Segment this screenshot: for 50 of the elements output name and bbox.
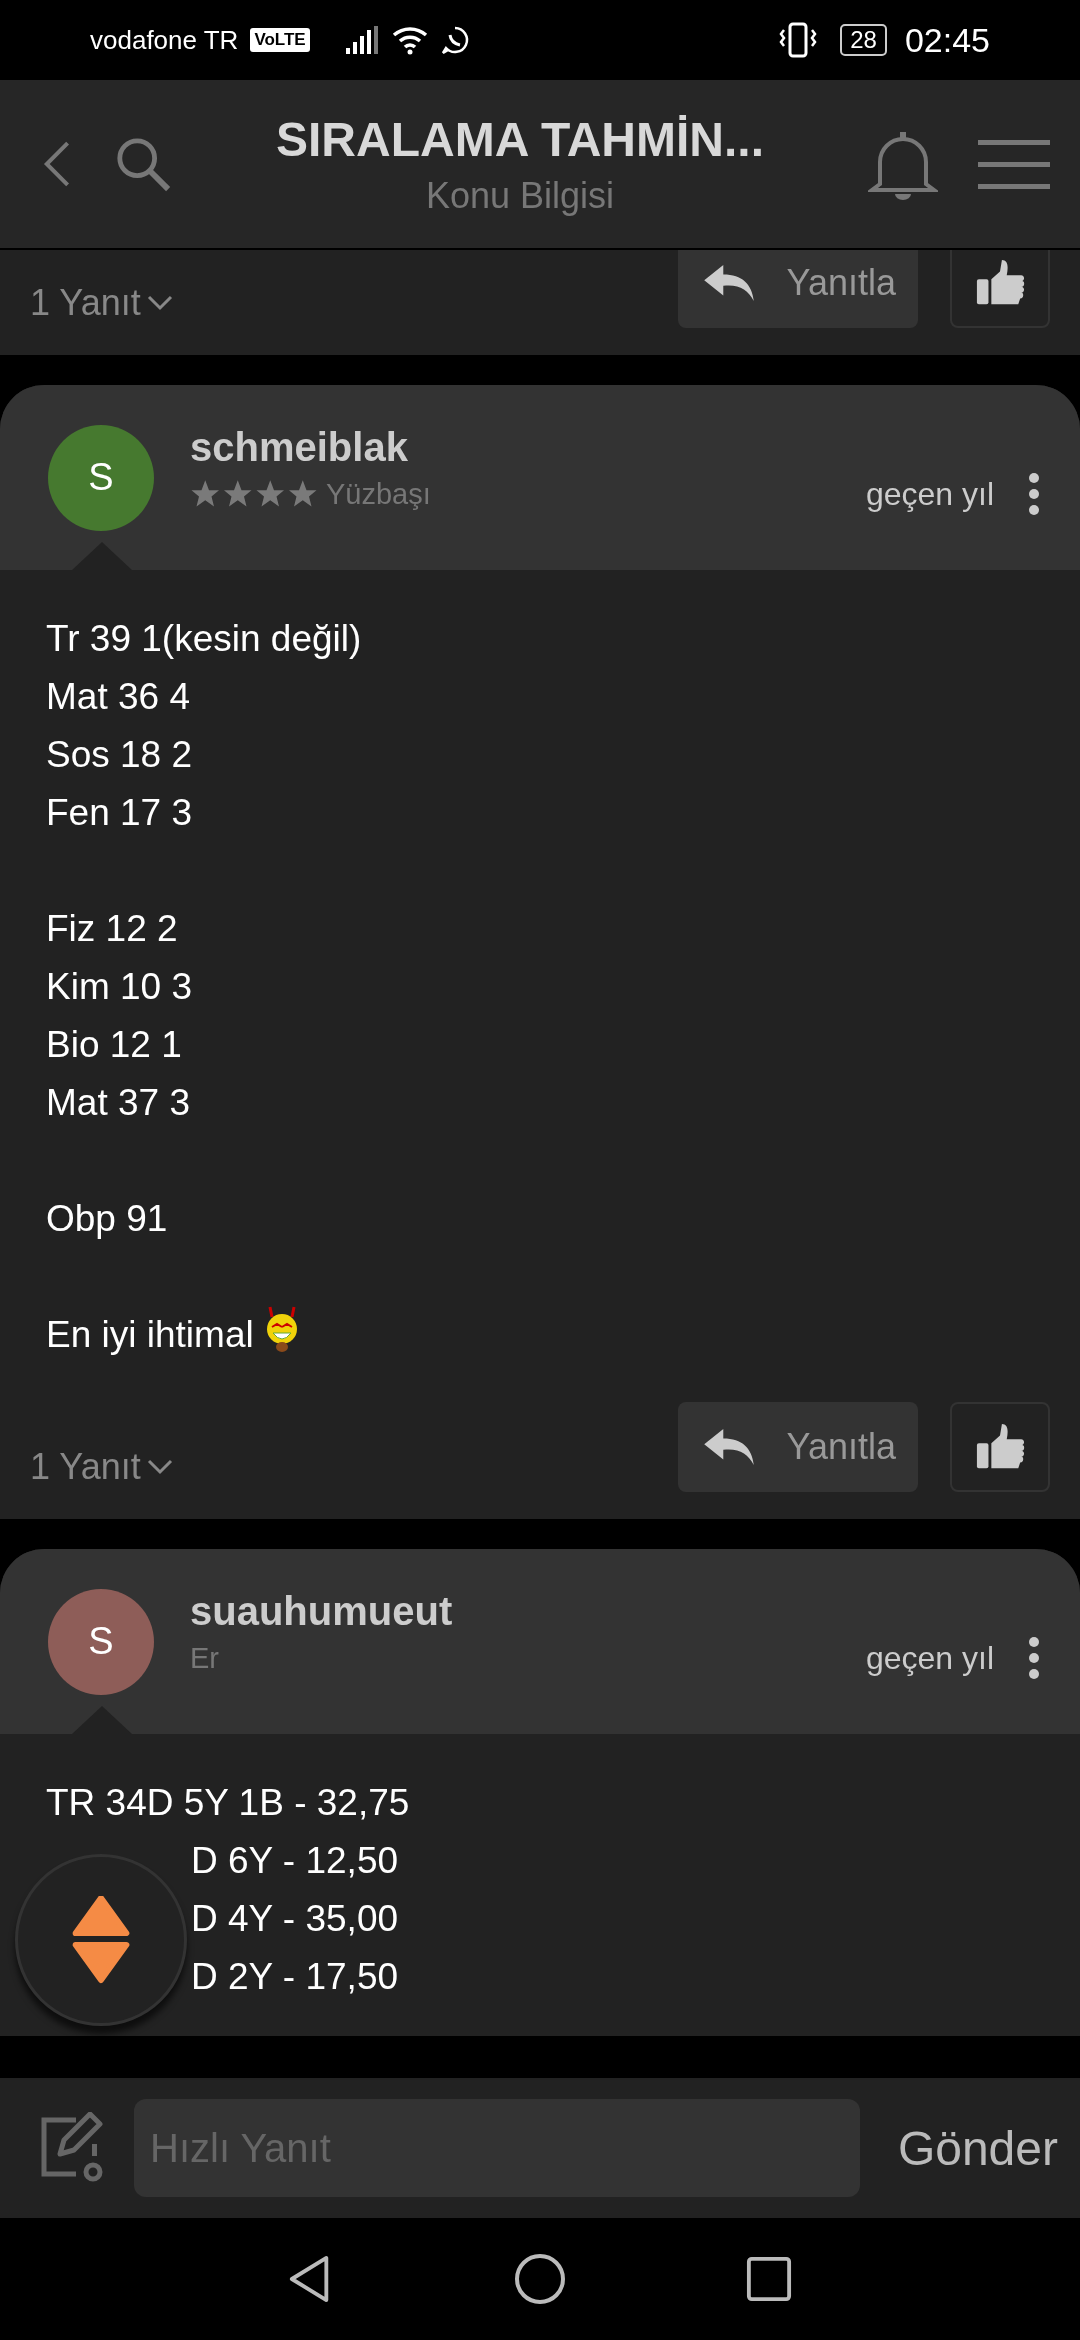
post-text-line: Obp 91	[46, 1198, 168, 1240]
wifi-icon	[391, 25, 428, 55]
post-time: geçen yıl	[865, 475, 994, 513]
user-avatar[interactable]: S	[48, 424, 154, 531]
user-rank: Yüzbaşı	[326, 477, 431, 511]
post-text-line: Kim 10 3	[46, 966, 192, 1008]
signal-icon	[345, 26, 380, 54]
chevron-down-icon	[146, 295, 173, 311]
network-badge: VoLTE	[250, 28, 310, 52]
battery-level: 28	[840, 24, 887, 56]
more-options-icon[interactable]	[1028, 1636, 1040, 1680]
home-icon[interactable]	[514, 2253, 566, 2305]
like-button[interactable]	[950, 1402, 1050, 1492]
post-text-line: Mat 37 3	[46, 1082, 190, 1124]
search-icon[interactable]	[114, 135, 172, 193]
post-text-line: Fiz 12 2	[46, 908, 178, 950]
up-down-arrows-icon	[71, 1896, 131, 1984]
user-rank: Er	[190, 1641, 219, 1675]
more-options-icon[interactable]	[1028, 472, 1040, 516]
vibrate-icon	[778, 22, 819, 58]
rank-stars-icon	[190, 479, 318, 509]
username[interactable]: suauhumueut	[190, 1589, 1040, 1634]
recents-icon[interactable]	[746, 2256, 792, 2302]
chat-icon	[439, 25, 470, 55]
username[interactable]: schmeiblak	[190, 425, 1040, 470]
post-text-line: Sos 18 2	[46, 734, 193, 776]
post-text-line: TR 34D 5Y 1B - 32,75	[46, 1782, 410, 1824]
replies-toggle[interactable]: 1 Yanıt	[30, 1446, 646, 1488]
reply-button[interactable]: Yanıtla	[678, 250, 918, 328]
post-text-line: Bio 12 1	[46, 1024, 182, 1066]
post-text-line: En iyi ihtimal	[46, 1314, 254, 1356]
carrier-name: vodafone TR	[90, 24, 239, 56]
topic-title: SIRALAMA TAHMİN...	[275, 111, 765, 167]
reply-arrow-icon	[702, 263, 756, 303]
send-button[interactable]: Gönder	[885, 2120, 1058, 2176]
reply-button[interactable]: Yanıtla	[678, 1402, 918, 1492]
like-button[interactable]	[950, 250, 1050, 328]
post-text-line: D 6Y - 12,50	[191, 1840, 399, 1882]
clock-time: 02:45	[904, 20, 990, 60]
topic-info-link[interactable]: Konu Bilgisi	[212, 174, 828, 217]
post-text-line: Mat 36 4	[46, 676, 190, 718]
user-avatar[interactable]: S	[48, 1588, 154, 1695]
post-text-line: D 4Y - 35,00	[191, 1898, 399, 1940]
post-text-line: Fen 17 3	[46, 792, 193, 834]
post-text-line: D 2Y - 17,50	[191, 1956, 399, 1998]
replies-toggle[interactable]: 1 Yanıt	[30, 282, 646, 324]
post-time: geçen yıl	[865, 1639, 994, 1677]
post-text-line: Tr 39 1(kesin değil)	[46, 618, 362, 660]
chevron-down-icon	[146, 1459, 173, 1475]
reply-arrow-icon	[702, 1427, 756, 1467]
